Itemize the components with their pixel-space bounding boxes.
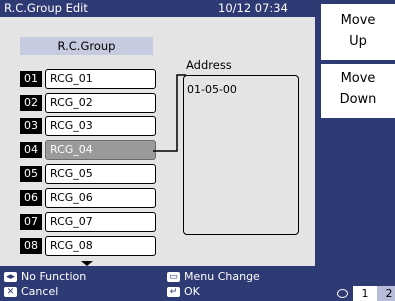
datetime: 10/12 07:34 (218, 1, 288, 15)
title-bar: R.C.Group Edit 10/12 07:34 (0, 0, 315, 17)
menu-change-hint[interactable]: ▭ Menu Change (167, 270, 260, 283)
page-eye-icon (337, 289, 348, 298)
ok-hint[interactable]: ↵ OK (167, 285, 200, 298)
menu-change-label: Menu Change (184, 270, 260, 283)
enter-arrow-icon: ↵ (167, 286, 180, 297)
address-label: Address (186, 58, 232, 72)
address-box (183, 75, 299, 235)
left-right-arrow-icon: ◂▸ (4, 271, 17, 282)
page-indicator: 1 2 (337, 286, 395, 301)
move-down-label-1: Move (340, 71, 376, 86)
page-2-tab[interactable]: 2 (377, 286, 395, 301)
cancel-hint[interactable]: ✕ Cancel (4, 285, 58, 298)
page-1-tab[interactable]: 1 (353, 286, 377, 301)
screen-title: R.C.Group Edit (4, 1, 88, 15)
footer-bar: ◂▸ No Function ✕ Cancel ▭ Menu Change ↵ … (0, 266, 315, 301)
menu-icon: ▭ (167, 271, 180, 282)
main-panel: R.C.Group 01 RCG_01 02 RCG_02 03 RCG_03 … (0, 17, 315, 266)
cancel-label: Cancel (21, 285, 59, 298)
move-up-label-1: Move (340, 13, 376, 28)
move-up-label-2: Up (349, 34, 367, 49)
address-value: 01-05-00 (187, 83, 237, 96)
no-function-hint: ◂▸ No Function (4, 270, 86, 283)
move-down-label-2: Down (339, 92, 377, 107)
ok-label: OK (184, 285, 200, 298)
move-down-button[interactable]: Move Down (321, 64, 395, 118)
move-up-button[interactable]: Move Up (321, 4, 395, 60)
no-function-label: No Function (21, 270, 87, 283)
cancel-icon: ✕ (4, 286, 17, 297)
